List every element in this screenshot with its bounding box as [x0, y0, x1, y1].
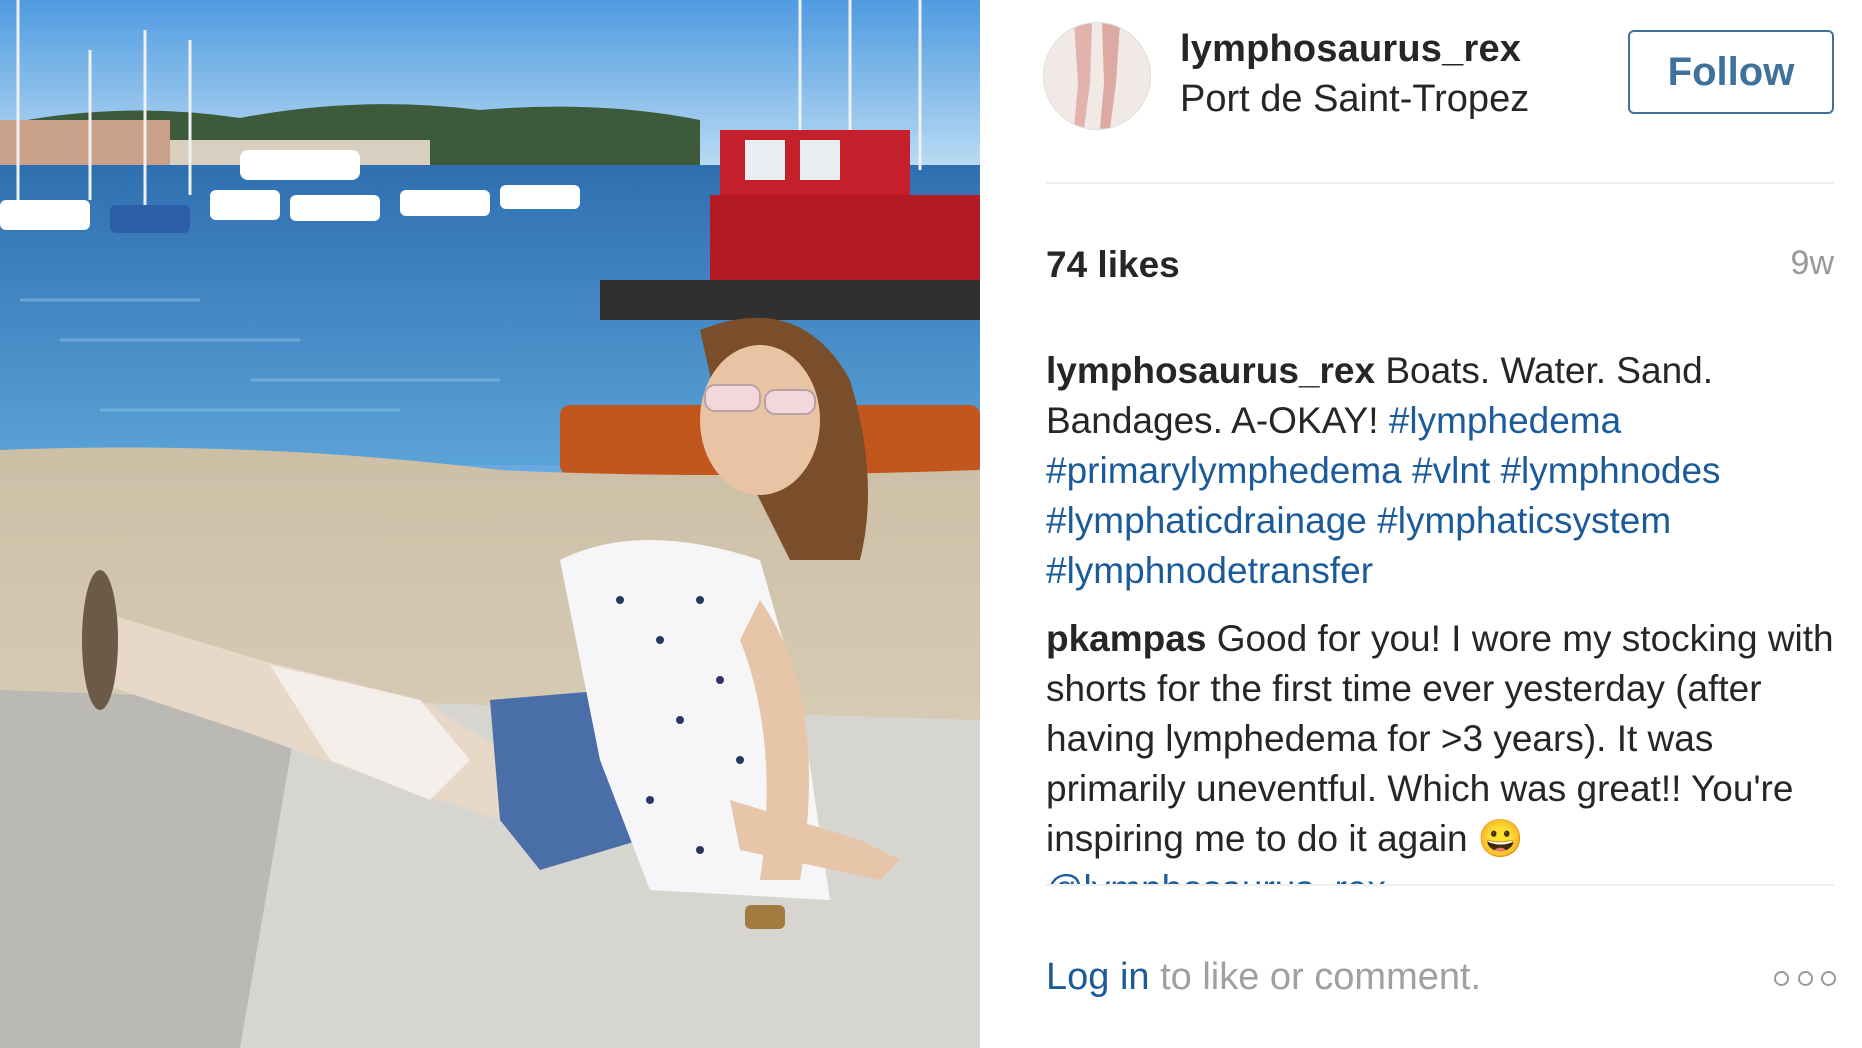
username[interactable]: lymphosaurus_rex [1180, 28, 1521, 71]
hashtag-link[interactable]: #primarylymphedema [1046, 450, 1402, 491]
comment: pkampas Good for you! I wore my stocking… [1046, 614, 1836, 884]
mention-link[interactable]: @lymphosaurus_rex [1046, 868, 1386, 884]
hashtag-link[interactable]: #lymphaticsystem [1377, 500, 1671, 541]
hashtag-link[interactable]: #lymphnodetransfer [1046, 550, 1373, 591]
dot [1821, 970, 1836, 986]
hashtag-link[interactable]: #lymphaticdrainage [1046, 500, 1367, 541]
more-options-icon[interactable] [1774, 968, 1836, 988]
divider [1046, 182, 1834, 184]
likes-count[interactable]: 74 likes [1046, 244, 1180, 286]
dot [1797, 970, 1813, 986]
harbor-photo-illustration [0, 0, 980, 1048]
emoji: 😀 [1477, 818, 1524, 859]
avatar[interactable] [1043, 22, 1151, 130]
avatar-image [1044, 23, 1150, 129]
login-link[interactable]: Log in [1046, 956, 1150, 998]
login-prompt: Log in to like or comment. [1046, 956, 1481, 999]
hashtag-link[interactable]: #lymphnodes [1500, 450, 1720, 491]
post-timestamp[interactable]: 9w [1791, 244, 1834, 283]
post-photo[interactable] [0, 0, 980, 1048]
dot [1774, 970, 1789, 986]
hashtag-link[interactable]: #lymphedema [1389, 400, 1621, 441]
login-prompt-text: to like or comment. [1160, 956, 1482, 998]
caption-author[interactable]: lymphosaurus_rex [1046, 350, 1375, 391]
hashtag-link[interactable]: #vlnt [1412, 450, 1490, 491]
post-details-panel: lymphosaurus_rex Port de Saint-Tropez Fo… [980, 0, 1862, 1048]
follow-button[interactable]: Follow [1628, 30, 1834, 114]
comments-list[interactable]: lymphosaurus_rex Boats. Water. Sand. Ban… [1046, 346, 1836, 884]
location-link[interactable]: Port de Saint-Tropez [1180, 78, 1529, 121]
caption: lymphosaurus_rex Boats. Water. Sand. Ban… [1046, 346, 1836, 596]
comment-author[interactable]: pkampas [1046, 618, 1206, 659]
divider [1046, 884, 1834, 886]
post-header: lymphosaurus_rex Port de Saint-Tropez Fo… [980, 0, 1862, 182]
